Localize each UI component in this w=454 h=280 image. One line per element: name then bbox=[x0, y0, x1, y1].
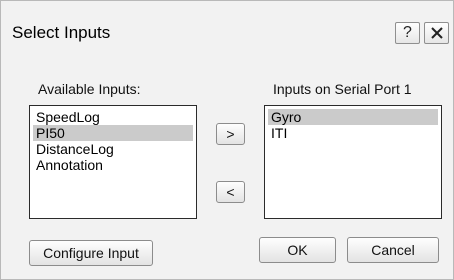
select-inputs-dialog: Select Inputs ? Available Inputs: Inputs… bbox=[0, 0, 454, 280]
close-button[interactable] bbox=[424, 22, 449, 44]
remove-input-button[interactable]: < bbox=[216, 181, 245, 203]
help-button[interactable]: ? bbox=[395, 22, 420, 44]
title-bar[interactable]: Select Inputs ? bbox=[1, 1, 453, 53]
configure-input-button[interactable]: Configure Input bbox=[29, 240, 153, 266]
list-item-pi50[interactable]: PI50 bbox=[33, 125, 193, 141]
list-item-gyro[interactable]: Gyro bbox=[268, 109, 438, 125]
cancel-button[interactable]: Cancel bbox=[347, 237, 439, 263]
serial-port-inputs-label: Inputs on Serial Port 1 bbox=[273, 81, 412, 97]
available-inputs-label: Available Inputs: bbox=[38, 81, 141, 97]
dialog-title: Select Inputs bbox=[12, 23, 111, 42]
list-item-annotation[interactable]: Annotation bbox=[33, 157, 193, 173]
available-inputs-list[interactable]: SpeedLog PI50 DistanceLog Annotation bbox=[29, 105, 197, 219]
add-input-button[interactable]: > bbox=[216, 123, 245, 145]
list-item-distancelog[interactable]: DistanceLog bbox=[33, 141, 193, 157]
close-icon bbox=[430, 27, 443, 39]
list-item-iti[interactable]: ITI bbox=[268, 125, 438, 141]
serial-port-inputs-list[interactable]: Gyro ITI bbox=[264, 105, 442, 219]
ok-button[interactable]: OK bbox=[259, 237, 336, 263]
list-item-speedlog[interactable]: SpeedLog bbox=[33, 109, 193, 125]
